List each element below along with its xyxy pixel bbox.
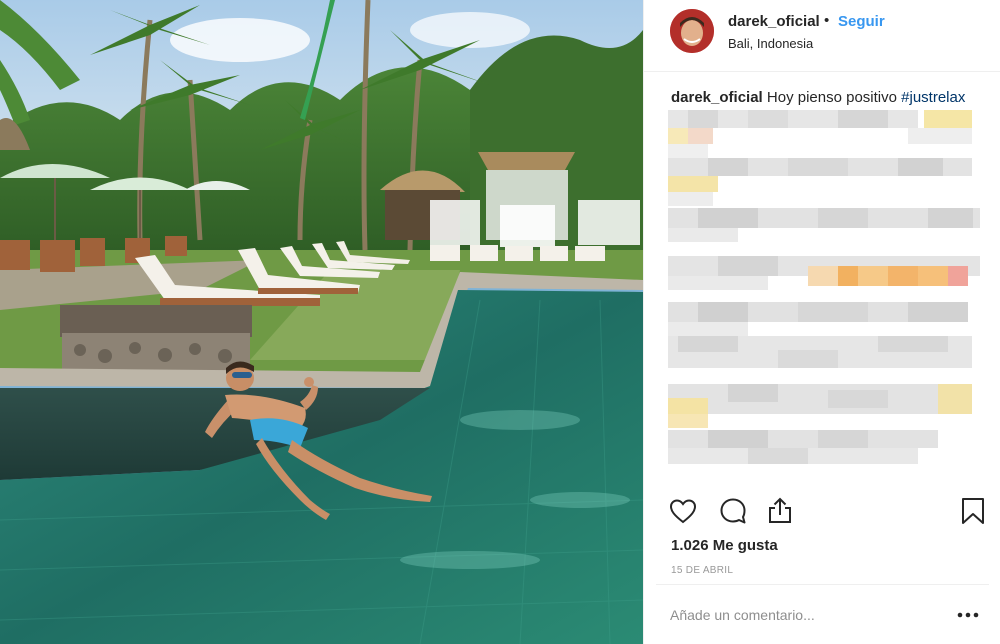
bookmark-icon[interactable] <box>958 496 988 526</box>
post-date[interactable]: 15 DE ABRIL <box>671 565 733 576</box>
caption-text: Hoy pienso positivo <box>766 89 897 106</box>
pool-resort-photo <box>0 0 643 644</box>
comment-input[interactable] <box>670 603 930 627</box>
likes-count[interactable]: 1.026 Me gusta <box>671 537 778 554</box>
share-upload-icon[interactable] <box>765 496 795 526</box>
mosaic-blur <box>668 110 988 464</box>
post-author-username[interactable]: darek_oficial <box>728 13 820 30</box>
caption-hashtag[interactable]: #justrelax <box>901 89 965 106</box>
add-comment-bar <box>656 584 989 644</box>
more-options-icon[interactable] <box>956 605 980 625</box>
post-side-panel: darek_oficial • Seguir Bali, Indonesia d… <box>643 0 1000 644</box>
avatar[interactable] <box>670 9 714 53</box>
post-photo[interactable] <box>0 0 643 644</box>
post-actions-bar <box>644 488 1000 536</box>
comment-bubble-icon[interactable] <box>718 496 748 526</box>
post-location[interactable]: Bali, Indonesia <box>728 36 813 51</box>
post-caption: darek_oficial Hoy pienso positivo #justr… <box>671 89 965 106</box>
caption-username[interactable]: darek_oficial <box>671 89 763 106</box>
instagram-post: darek_oficial • Seguir Bali, Indonesia d… <box>0 0 1000 644</box>
heart-icon[interactable] <box>668 496 698 526</box>
post-header: darek_oficial • Seguir Bali, Indonesia <box>644 0 1000 72</box>
pixelated-comments <box>668 110 988 484</box>
avatar-photo <box>670 9 714 53</box>
follow-button[interactable]: Seguir <box>838 13 885 30</box>
header-separator: • <box>824 12 830 29</box>
